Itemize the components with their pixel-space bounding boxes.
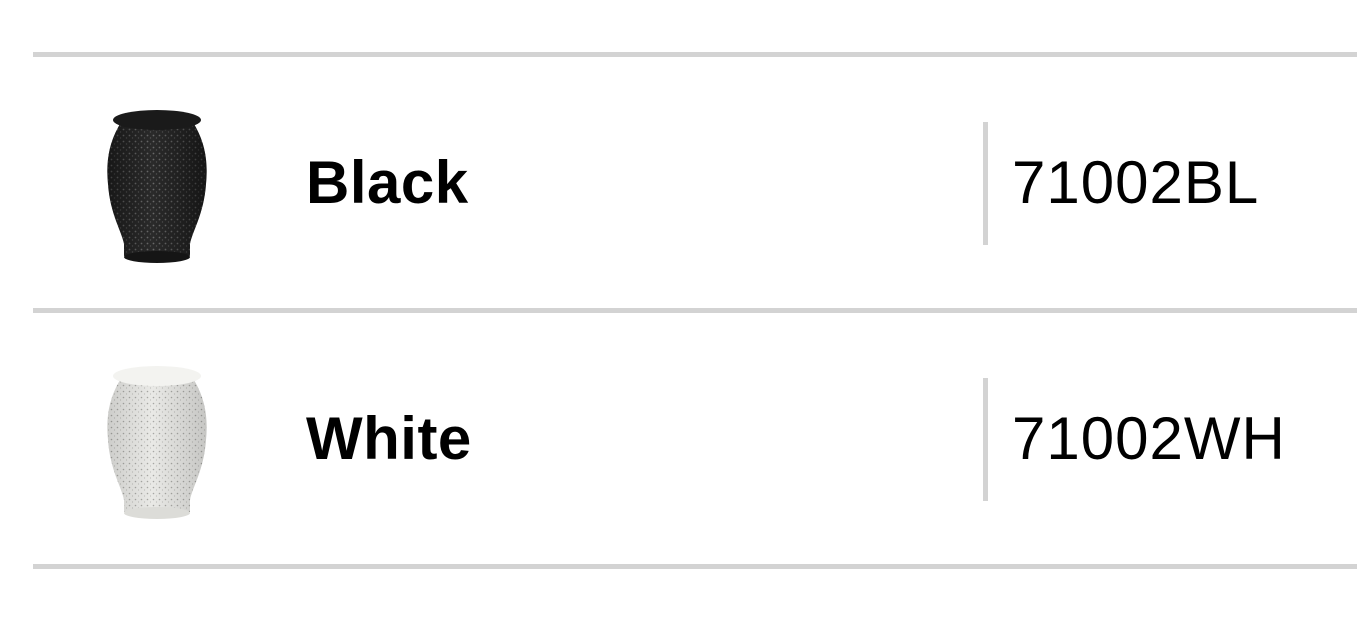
variant-code: 71002BL	[1012, 149, 1260, 216]
variant-table: Black 71002BL White 71002WH	[33, 52, 1357, 569]
vase-icon	[107, 110, 207, 263]
vase-icon	[107, 366, 207, 519]
variant-color-name: Black	[306, 149, 469, 216]
variant-row-black[interactable]: Black 71002BL	[33, 57, 1357, 308]
row-divider-bottom	[33, 564, 1357, 569]
black-vase-stool-image	[98, 104, 216, 268]
white-vase-stool-image	[98, 360, 216, 524]
variant-color-name: White	[306, 405, 472, 472]
column-divider	[983, 122, 988, 245]
column-divider	[983, 378, 988, 501]
variant-code: 71002WH	[1012, 405, 1286, 472]
variant-row-white[interactable]: White 71002WH	[33, 313, 1357, 564]
